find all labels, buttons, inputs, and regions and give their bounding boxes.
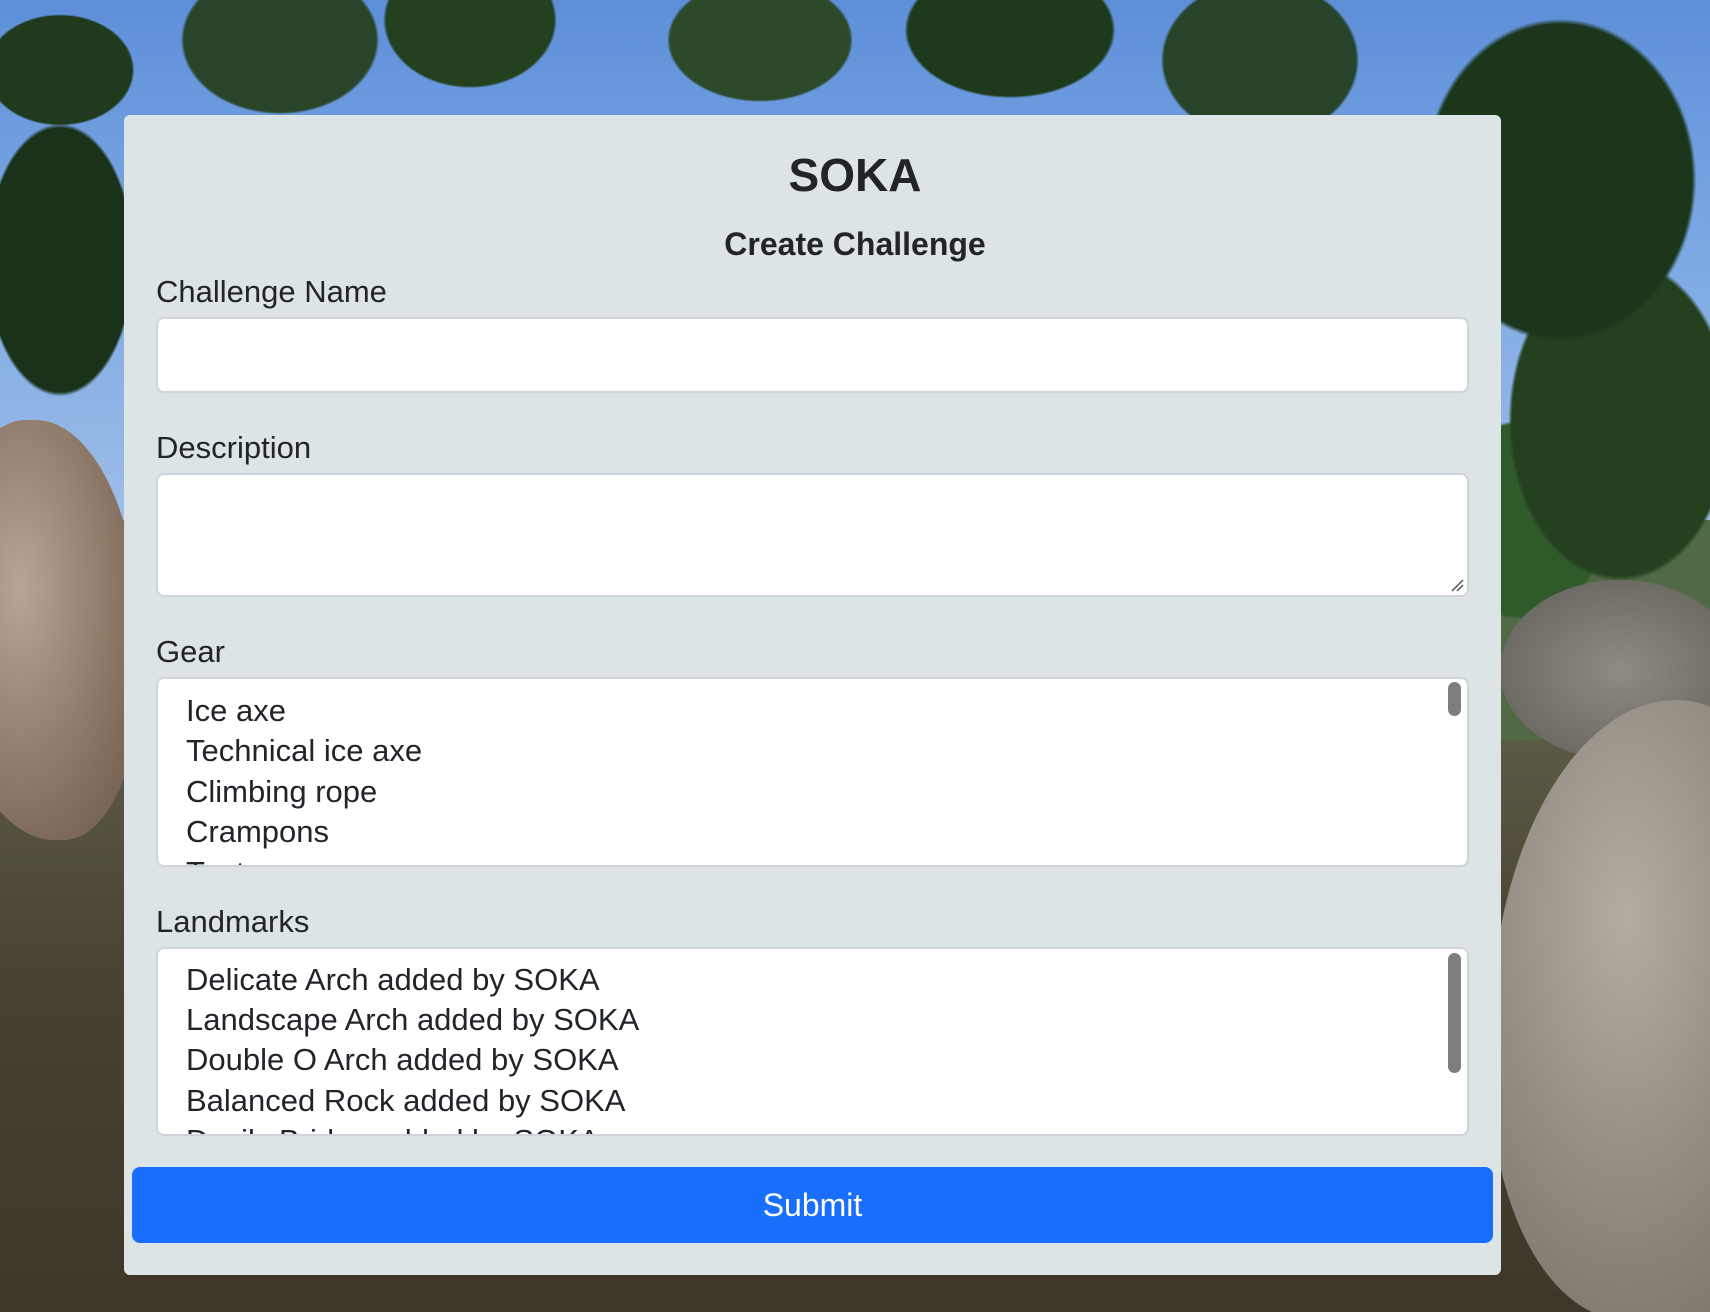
page-root: SOKA Create Challenge Challenge Name Des…	[0, 0, 1710, 1312]
page-subtitle: Create Challenge	[724, 226, 986, 262]
landmark-option[interactable]: Balanced Rock added by SOKA	[186, 1081, 625, 1121]
landmark-option[interactable]: Double O Arch added by SOKA	[186, 1040, 619, 1080]
gear-option[interactable]: Ice axe	[186, 691, 286, 731]
gear-option[interactable]: Crampons	[186, 812, 329, 852]
gear-option[interactable]: Tent	[186, 853, 245, 865]
gear-select[interactable]: Ice axe Technical ice axe Climbing rope …	[156, 677, 1469, 867]
gear-label: Gear	[156, 634, 225, 669]
challenge-name-input[interactable]	[156, 317, 1469, 393]
landmark-option[interactable]: Delicate Arch added by SOKA	[186, 960, 600, 1000]
description-textarea[interactable]	[156, 473, 1469, 597]
brand-title: SOKA	[788, 149, 922, 201]
landmarks-scrollbar-thumb[interactable]	[1448, 953, 1461, 1073]
description-label: Description	[156, 430, 312, 465]
landmark-option[interactable]: Devils Bridge added by SOKA	[186, 1121, 600, 1134]
landmarks-select[interactable]: Delicate Arch added by SOKA Landscape Ar…	[156, 947, 1469, 1136]
challenge-name-label: Challenge Name	[156, 274, 387, 309]
gear-option[interactable]: Technical ice axe	[186, 731, 422, 771]
landmark-option[interactable]: Landscape Arch added by SOKA	[186, 1000, 639, 1040]
gear-scrollbar-thumb[interactable]	[1448, 682, 1461, 716]
landmarks-label: Landmarks	[156, 904, 310, 939]
resize-grip-icon[interactable]	[1450, 578, 1464, 592]
gear-option[interactable]: Climbing rope	[186, 772, 377, 812]
submit-button[interactable]: Submit	[132, 1167, 1493, 1243]
